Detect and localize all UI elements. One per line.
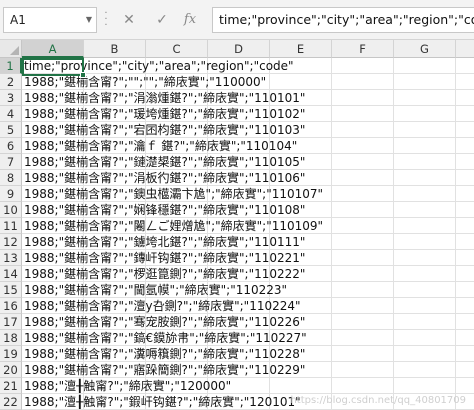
column-header-h[interactable]: H: [456, 40, 474, 58]
column-gridline: [331, 58, 332, 410]
column-header-g[interactable]: G: [394, 40, 456, 58]
cancel-icon[interactable]: ✕: [117, 9, 141, 31]
formula-input[interactable]: time;"province";"city";"area";"region";"…: [212, 7, 474, 33]
row-header-16[interactable]: 16: [0, 298, 22, 314]
row-header-1[interactable]: 1: [0, 58, 22, 74]
column-header-a[interactable]: A: [22, 40, 84, 58]
watermark: https://blog.csdn.net/qq_40801709: [290, 395, 466, 406]
column-gridline: [455, 58, 456, 410]
row-header-19[interactable]: 19: [0, 346, 22, 362]
row-header-17[interactable]: 17: [0, 314, 22, 330]
check-icon[interactable]: ✓: [150, 9, 174, 31]
name-box[interactable]: A1 ▼: [3, 7, 97, 33]
select-all-corner[interactable]: [0, 40, 22, 58]
row-header-9[interactable]: 9: [0, 186, 22, 202]
more-options-icon[interactable]: · · ·: [100, 9, 112, 31]
column-header-c[interactable]: C: [146, 40, 208, 58]
row-header-18[interactable]: 18: [0, 330, 22, 346]
row-header-3[interactable]: 3: [0, 90, 22, 106]
chevron-down-icon[interactable]: ▼: [86, 16, 92, 24]
insert-function-icon[interactable]: fx: [178, 9, 202, 31]
active-cell-a1[interactable]: [22, 58, 84, 76]
column-gridline: [393, 58, 394, 410]
row-header-15[interactable]: 15: [0, 282, 22, 298]
worksheet-grid[interactable]: ABCDEFGH 1time;"province";"city";"area";…: [0, 40, 474, 410]
row-header-20[interactable]: 20: [0, 362, 22, 378]
row-header-22[interactable]: 22: [0, 394, 22, 410]
row-header-8[interactable]: 8: [0, 170, 22, 186]
row-header-21[interactable]: 21: [0, 378, 22, 394]
row-header-13[interactable]: 13: [0, 250, 22, 266]
row-header-6[interactable]: 6: [0, 138, 22, 154]
column-header-d[interactable]: D: [208, 40, 270, 58]
row-header-5[interactable]: 5: [0, 122, 22, 138]
cell-a22[interactable]: 1988;"澶╂触甯?";"鍜屽钩鍖?";"締庡實";"120101": [24, 393, 301, 410]
row-header-10[interactable]: 10: [0, 202, 22, 218]
column-header-f[interactable]: F: [332, 40, 394, 58]
row-header-7[interactable]: 7: [0, 154, 22, 170]
row-header-11[interactable]: 11: [0, 218, 22, 234]
row-header-12[interactable]: 12: [0, 234, 22, 250]
column-header-b[interactable]: B: [84, 40, 146, 58]
row-header-2[interactable]: 2: [0, 74, 22, 90]
row-header-4[interactable]: 4: [0, 106, 22, 122]
fill-handle[interactable]: [80, 72, 86, 78]
column-header-e[interactable]: E: [270, 40, 332, 58]
formula-bar: A1 ▼ · · · ✕ ✓ fx time;"province";"city";"…: [0, 0, 474, 40]
select-all-triangle-icon: [10, 46, 19, 55]
row-header-14[interactable]: 14: [0, 266, 22, 282]
name-box-value: A1: [10, 13, 26, 27]
